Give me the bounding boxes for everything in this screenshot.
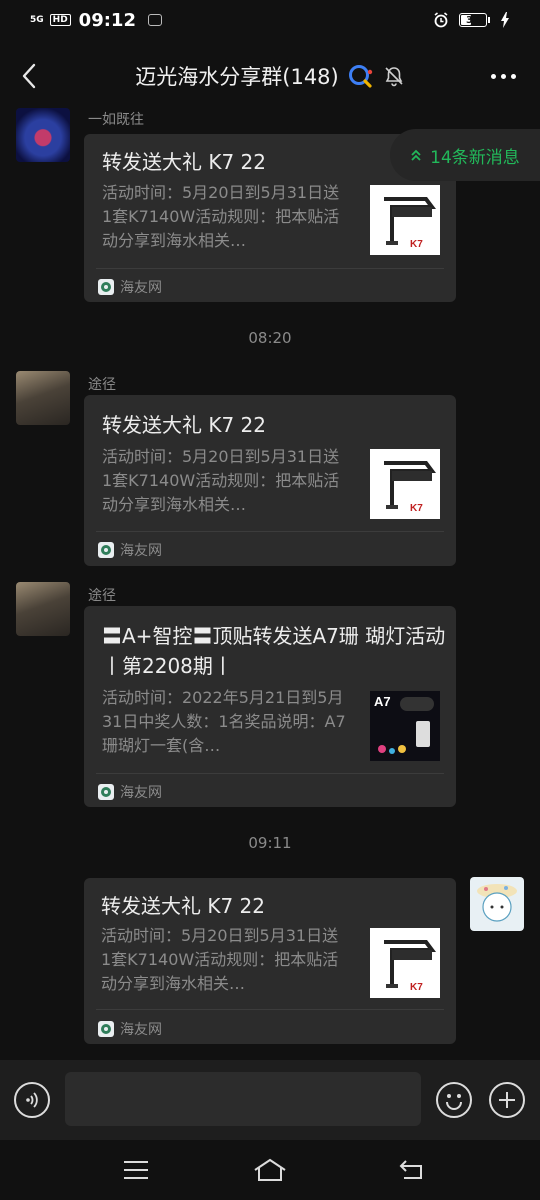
- sender-name: 一如既往: [88, 112, 144, 128]
- card-divider: [96, 773, 444, 774]
- alarm-icon: [434, 12, 448, 28]
- lamp-thumbnail: K7: [370, 928, 440, 998]
- menu-icon[interactable]: [118, 1156, 154, 1184]
- avatar[interactable]: [16, 108, 70, 162]
- source-logo-icon: [98, 279, 114, 295]
- voice-icon[interactable]: [14, 1082, 50, 1118]
- card-title: 转发送大礼 K7 22: [101, 894, 266, 918]
- back-icon[interactable]: [14, 58, 44, 94]
- double-chevron-up-icon: [411, 149, 421, 161]
- card-title: 〓A+智控〓顶贴转发送A7珊 瑚灯活动丨第2208期丨: [102, 624, 446, 678]
- timestamp: 09:11: [248, 834, 292, 852]
- card-source: 海友网: [98, 277, 162, 297]
- source-name: 海友网: [120, 1022, 162, 1038]
- battery-level: 38: [466, 14, 480, 26]
- card-description: 活动时间：5月20日到5月31日送1套K7140W活动规则：把本贴活动分享到海水…: [101, 926, 339, 993]
- more-icon[interactable]: [486, 62, 520, 90]
- card-description: 活动时间：5月20日到5月31日送1套K7140W活动规则：把本贴活动分享到海水…: [102, 447, 340, 514]
- plus-icon[interactable]: [489, 1082, 525, 1118]
- lamp-thumbnail: K7: [370, 449, 440, 519]
- card-divider: [96, 1009, 444, 1010]
- home-icon[interactable]: [252, 1156, 288, 1184]
- message-input[interactable]: [65, 1072, 421, 1126]
- avatar[interactable]: [16, 582, 70, 636]
- status-bar: 5G HD 09:12 38: [0, 0, 540, 40]
- sender-name: 途径: [88, 588, 116, 604]
- network-indicator: 5G: [30, 14, 44, 25]
- status-time: 09:12: [78, 9, 136, 31]
- search-icon[interactable]: [347, 63, 375, 89]
- card-divider: [96, 268, 444, 269]
- chat-header: 迈光海水分享群(148): [0, 48, 540, 104]
- message-list[interactable]: 一如既往 转发送大礼 K7 22 活动时间：5月20日到5月31日送1套K714…: [0, 104, 540, 1060]
- self-avatar[interactable]: [470, 877, 524, 931]
- new-messages-label: 14条新消息: [430, 147, 520, 168]
- svg-text:K7: K7: [410, 239, 423, 250]
- battery-icon: 38: [459, 13, 490, 27]
- link-card[interactable]: 转发送大礼 K7 22 活动时间：5月20日到5月31日送1套K7140W活动规…: [84, 878, 456, 1044]
- card-description: 活动时间：5月20日到5月31日送1套K7140W活动规则：把本贴活动分享到海水…: [102, 183, 340, 250]
- card-source: 海友网: [98, 540, 162, 560]
- card-source: 海友网: [98, 1019, 162, 1039]
- card-description: 活动时间：2022年5月21日到5月31日中奖人数：1名奖品说明：A7珊瑚灯一套…: [102, 688, 346, 755]
- app-notification-icon: [147, 14, 162, 26]
- a7-lamp-thumbnail: A7: [370, 691, 440, 761]
- source-logo-icon: [98, 542, 114, 558]
- charging-icon: [501, 12, 509, 28]
- sender-name: 途径: [88, 377, 116, 393]
- svg-text:K7: K7: [410, 503, 423, 514]
- link-card[interactable]: 〓A+智控〓顶贴转发送A7珊 瑚灯活动丨第2208期丨 活动时间：2022年5月…: [84, 606, 456, 807]
- input-bar: [0, 1060, 540, 1140]
- card-source: 海友网: [98, 782, 162, 802]
- card-title: 转发送大礼 K7 22: [102, 413, 267, 437]
- return-icon[interactable]: [394, 1156, 430, 1184]
- card-title: 转发送大礼 K7 22: [102, 150, 267, 174]
- emoji-icon[interactable]: [436, 1082, 472, 1118]
- source-name: 海友网: [120, 785, 162, 801]
- link-card[interactable]: 转发送大礼 K7 22 活动时间：5月20日到5月31日送1套K7140W活动规…: [84, 395, 456, 566]
- source-name: 海友网: [120, 543, 162, 559]
- hd-indicator: HD: [49, 14, 71, 26]
- system-navigation: [0, 1140, 540, 1200]
- thumb-label: A7: [374, 694, 391, 709]
- new-messages-button[interactable]: 14条新消息: [390, 129, 540, 181]
- chat-title[interactable]: 迈光海水分享群(148): [135, 61, 338, 91]
- svg-text:K7: K7: [410, 982, 423, 993]
- source-name: 海友网: [120, 280, 162, 296]
- avatar[interactable]: [16, 371, 70, 425]
- timestamp: 08:20: [248, 329, 292, 347]
- source-logo-icon: [98, 784, 114, 800]
- card-divider: [96, 531, 444, 532]
- lamp-thumbnail: K7: [370, 185, 440, 255]
- mute-bell-icon: [385, 67, 403, 87]
- source-logo-icon: [98, 1021, 114, 1037]
